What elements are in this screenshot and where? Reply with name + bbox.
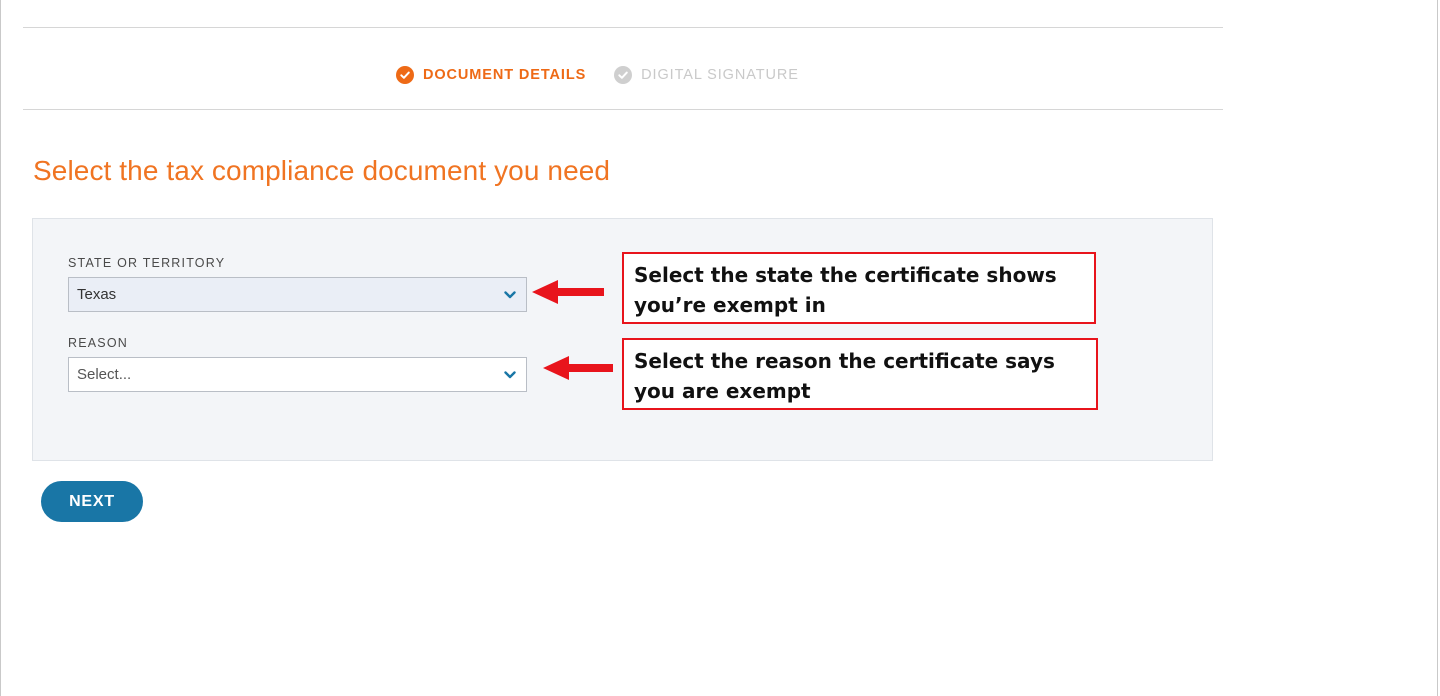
step-label: DIGITAL SIGNATURE — [641, 67, 799, 83]
state-annotation-callout: Select the state the certificate shows y… — [622, 252, 1096, 324]
reason-annotation-callout: Select the reason the certificate says y… — [622, 338, 1098, 410]
page-title: Select the tax compliance document you n… — [33, 155, 611, 186]
chevron-down-icon — [504, 290, 516, 298]
state-select-value: Texas — [77, 286, 117, 303]
reason-field-label: REASON — [68, 336, 128, 350]
step-document-details[interactable]: DOCUMENT DETAILS — [396, 66, 586, 84]
step-label: DOCUMENT DETAILS — [423, 67, 587, 83]
next-button[interactable]: NEXT — [41, 481, 143, 522]
step-digital-signature[interactable]: DIGITAL SIGNATURE — [614, 66, 799, 84]
check-circle-icon — [396, 66, 414, 84]
progress-stepper: DOCUMENT DETAILS DIGITAL SIGNATURE — [396, 66, 827, 84]
reason-select[interactable]: Select... — [68, 357, 527, 392]
reason-select-placeholder: Select... — [77, 366, 132, 383]
state-field-label: STATE OR TERRITORY — [68, 256, 226, 270]
left-arrow-icon — [532, 280, 604, 304]
state-select[interactable]: Texas — [68, 277, 527, 312]
left-arrow-icon — [543, 356, 613, 380]
top-divider — [23, 27, 1223, 28]
stepper-divider — [23, 109, 1223, 110]
chevron-down-icon — [504, 370, 516, 378]
check-circle-icon — [614, 66, 633, 84]
